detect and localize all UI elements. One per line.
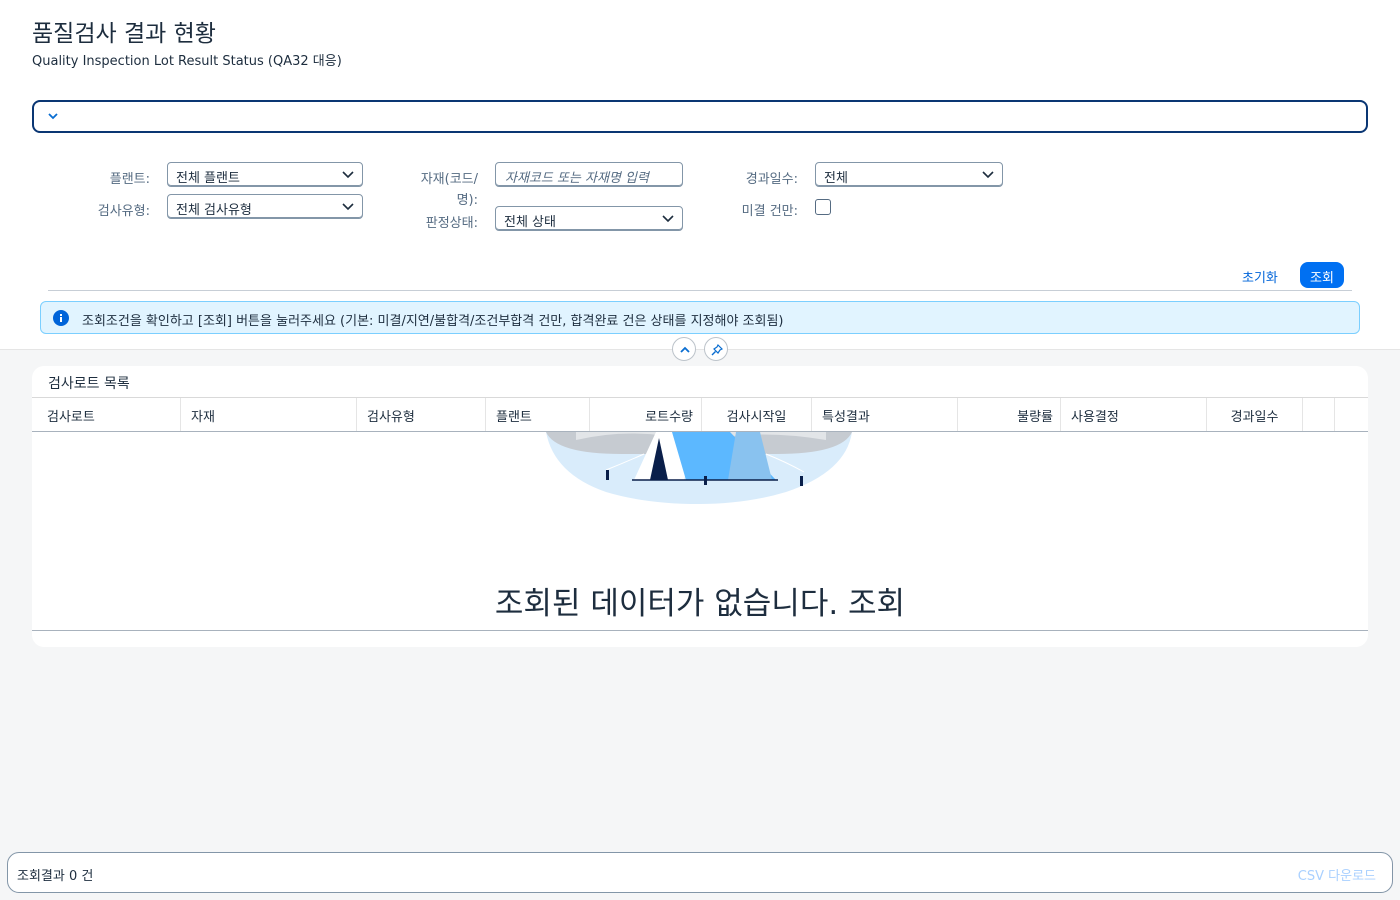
column-header-material[interactable]: 자재 — [181, 398, 357, 431]
material-label-line1: 자재(코드/ — [420, 172, 478, 187]
plant-label: 플랜트: — [109, 172, 150, 187]
column-header-inspection-type[interactable]: 검사유형 — [357, 398, 486, 431]
inspection-lot-table-card: 검사로트 목록 검사로트 자재 검사유형 플랜트 로트수량 검사시작일 특성결과… — [32, 366, 1368, 647]
elapsed-days-select-value: 전체 — [824, 171, 848, 186]
material-input[interactable]: 자재코드 또는 자재명 입력 — [495, 162, 683, 187]
result-count: 조회결과 0 건 — [17, 869, 94, 884]
collapse-header-button[interactable] — [672, 337, 696, 361]
decision-status-select-value: 전체 상태 — [504, 215, 556, 230]
table-header-row: 검사로트 자재 검사유형 플랜트 로트수량 검사시작일 특성결과 불량률 사용결… — [32, 397, 1368, 432]
pin-icon — [711, 344, 723, 356]
no-data-illustration — [546, 432, 852, 504]
csv-download-button[interactable]: CSV 다운로드 — [1298, 865, 1376, 884]
material-label-line2: 명): — [456, 193, 478, 208]
elapsed-days-select[interactable]: 전체 — [815, 162, 1003, 187]
column-header-inspection-start-date[interactable]: 검사시작일 — [702, 398, 812, 431]
inspection-type-label: 검사유형: — [97, 204, 150, 219]
chevron-down-icon — [342, 203, 354, 211]
inspection-type-select[interactable]: 전체 검사유형 — [167, 194, 363, 219]
info-message-text: 조회조건을 확인하고 [조회] 버튼을 눌러주세요 (기본: 미결/지연/불합격… — [82, 314, 784, 329]
chevron-down-icon — [48, 113, 58, 120]
pin-header-button[interactable] — [704, 337, 728, 361]
inspection-type-select-value: 전체 검사유형 — [176, 203, 252, 218]
table-bottom-border — [32, 630, 1368, 631]
decision-status-label: 판정상태: — [425, 216, 478, 231]
page-title: 품질검사 결과 현황 — [32, 21, 216, 47]
pending-only-label: 미결 건만: — [741, 204, 798, 219]
pending-only-checkbox[interactable] — [815, 199, 831, 215]
chevron-up-icon — [680, 346, 690, 353]
column-header-defect-rate[interactable]: 불량률 — [958, 398, 1061, 431]
chevron-down-icon — [662, 215, 674, 223]
page-header: 품질검사 결과 현황 Quality Inspection Lot Result… — [0, 0, 1400, 350]
chevron-down-icon — [982, 171, 994, 179]
column-header-plant[interactable]: 플랜트 — [486, 398, 590, 431]
chevron-down-icon — [342, 171, 354, 179]
column-header-lot-quantity[interactable]: 로트수량 — [590, 398, 702, 431]
column-header-elapsed-days[interactable]: 경과일수 — [1207, 398, 1303, 431]
plant-select[interactable]: 전체 플랜트 — [167, 162, 363, 187]
column-header-overflow — [1303, 398, 1335, 431]
filter-bar-toggle[interactable] — [32, 100, 1368, 133]
info-icon — [53, 310, 69, 326]
plant-select-value: 전체 플랜트 — [176, 171, 240, 186]
table-title: 검사로트 목록 — [48, 376, 130, 392]
column-header-usage-decision[interactable]: 사용결정 — [1061, 398, 1207, 431]
column-header-inspection-lot[interactable]: 검사로트 — [32, 398, 181, 431]
decision-status-select[interactable]: 전체 상태 — [495, 206, 683, 231]
material-label: 자재(코드/ 명): — [398, 168, 478, 208]
page-subtitle: Quality Inspection Lot Result Status (QA… — [32, 54, 342, 69]
no-data-message: 조회된 데이터가 없습니다. 조회 — [494, 586, 906, 622]
search-button[interactable]: 조회 — [1300, 262, 1344, 288]
filter-divider — [48, 290, 1352, 291]
elapsed-days-label: 경과일수: — [745, 172, 798, 187]
info-message-strip: 조회조건을 확인하고 [조회] 버튼을 눌러주세요 (기본: 미결/지연/불합격… — [40, 301, 1360, 334]
reset-button[interactable]: 초기화 — [1233, 262, 1287, 288]
column-header-characteristic-result[interactable]: 특성결과 — [812, 398, 958, 431]
result-footer-bar: 조회결과 0 건 CSV 다운로드 — [7, 852, 1393, 893]
